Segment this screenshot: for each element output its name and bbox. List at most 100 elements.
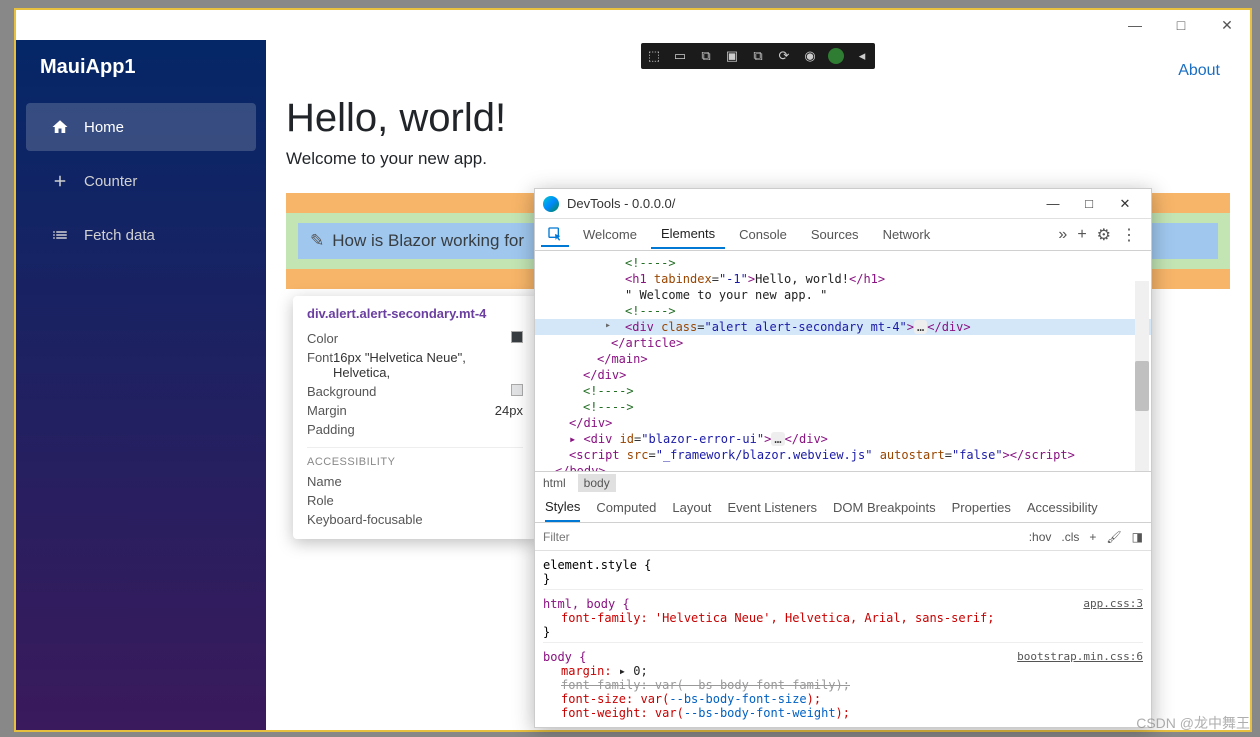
bg-swatch (511, 384, 523, 396)
elements-panel[interactable]: <!----> <h1 tabindex="-1">Hello, world!<… (535, 251, 1151, 471)
scrollbar-thumb[interactable] (1135, 361, 1149, 411)
devtools-window: DevTools - 0.0.0.0/ — □ ✕ Welcome Elemen… (534, 188, 1152, 728)
tab-properties[interactable]: Properties (952, 494, 1011, 521)
tooltip-a11y-heading: ACCESSIBILITY (307, 447, 523, 468)
tooltip-bg-label: Background (307, 384, 376, 399)
page-title: Hello, world! (286, 96, 1230, 141)
dom-comment: <!----> (625, 256, 676, 270)
sidebar-item-label: Counter (84, 173, 137, 190)
minimize-button[interactable]: — (1112, 10, 1158, 40)
dom-comment: <!----> (625, 304, 676, 318)
debug-item-icon[interactable]: ⧉ (745, 43, 771, 69)
devtools-titlebar[interactable]: DevTools - 0.0.0.0/ — □ ✕ (535, 189, 1151, 219)
kebab-menu-icon[interactable]: ⋮ (1121, 225, 1137, 245)
styles-tabbar: Styles Computed Layout Event Listeners D… (535, 493, 1151, 523)
tooltip-color-label: Color (307, 331, 338, 346)
alert-text: How is Blazor working for (332, 231, 524, 251)
tab-elements[interactable]: Elements (651, 220, 725, 249)
crumb-html[interactable]: html (543, 476, 566, 490)
tooltip-font-value: 16px "Helvetica Neue", Helvetica, (333, 350, 523, 380)
settings-gear-icon[interactable]: ⚙ (1097, 225, 1111, 245)
hero: Hello, world! Welcome to your new app. (266, 56, 1250, 169)
tooltip-margin-label: Margin (307, 403, 347, 418)
edge-icon (543, 196, 559, 212)
sidebar-item-label: Fetch data (84, 227, 155, 244)
devtools-tabbar: Welcome Elements Console Sources Network… (535, 219, 1151, 251)
sidebar: MauiApp1 Home Counter Fetch data (16, 40, 266, 730)
tooltip-padding-label: Padding (307, 422, 355, 437)
page-subtitle: Welcome to your new app. (286, 149, 1230, 169)
dom-selected-node[interactable]: <div class="alert alert-secondary mt-4">… (535, 319, 1151, 335)
elements-scrollbar[interactable] (1135, 281, 1149, 471)
rule-selector: body { (543, 650, 586, 664)
devtools-maximize-button[interactable]: □ (1071, 189, 1107, 219)
tooltip-margin-value: 24px (495, 403, 523, 418)
sidebar-item-label: Home (84, 119, 124, 136)
cls-toggle[interactable]: .cls (1061, 530, 1079, 544)
sidebar-item-fetchdata[interactable]: Fetch data (26, 211, 256, 259)
source-link[interactable]: app.css:3 (1083, 597, 1143, 610)
debug-item-icon[interactable]: ▭ (667, 43, 693, 69)
tooltip-font-label: Font (307, 350, 333, 380)
styles-filter-row: :hov .cls + 🖌 ◨ (535, 523, 1151, 551)
close-button[interactable]: ✕ (1204, 10, 1250, 40)
tab-accessibility[interactable]: Accessibility (1027, 494, 1098, 521)
crumb-body[interactable]: body (578, 474, 616, 492)
tab-add-button[interactable]: + (1077, 226, 1086, 244)
debug-item-icon[interactable]: ⬚ (641, 43, 667, 69)
rule-selector: element.style { (543, 558, 651, 572)
devtools-close-button[interactable]: ✕ (1107, 189, 1143, 219)
color-swatch (511, 331, 523, 343)
tab-computed[interactable]: Computed (596, 494, 656, 521)
paint-icon[interactable]: 🖌 (1106, 530, 1121, 544)
new-rule-button[interactable]: + (1089, 530, 1096, 544)
sidebar-item-counter[interactable]: Counter (26, 157, 256, 205)
tab-styles[interactable]: Styles (545, 493, 580, 522)
styles-panel[interactable]: element.style { } app.css:3 html, body {… (535, 551, 1151, 727)
debug-collapse-icon[interactable]: ◂ (849, 43, 875, 69)
css-prop[interactable]: font-family: 'Helvetica Neue', Helvetica… (543, 611, 1143, 625)
devtools-title: DevTools - 0.0.0.0/ (567, 196, 675, 211)
tab-sources[interactable]: Sources (801, 221, 869, 248)
tab-network[interactable]: Network (873, 221, 941, 248)
css-prop-overridden[interactable]: font-family: var(--bs-body-font-family); (543, 678, 1143, 692)
inspector-tooltip: div.alert.alert-secondary.mt-4 Color Fon… (293, 296, 537, 539)
plus-icon (50, 171, 70, 191)
inspect-element-button[interactable] (541, 223, 569, 247)
about-link[interactable]: About (1178, 62, 1220, 80)
tooltip-a11y-name: Name (307, 474, 342, 489)
dom-text: " Welcome to your new app. " (625, 288, 827, 302)
tabs-overflow-button[interactable]: » (1058, 226, 1067, 244)
maximize-button[interactable]: □ (1158, 10, 1204, 40)
pencil-icon: ✎ (310, 231, 324, 251)
home-icon (50, 117, 70, 137)
debug-item-icon[interactable]: ⟳ (771, 43, 797, 69)
tab-event-listeners[interactable]: Event Listeners (727, 494, 817, 521)
devtools-minimize-button[interactable]: — (1035, 189, 1071, 219)
debug-item-icon[interactable]: ◉ (797, 43, 823, 69)
debug-check-icon[interactable] (828, 48, 844, 64)
rule-selector: html, body { (543, 597, 630, 611)
source-link[interactable]: bootstrap.min.css:6 (1017, 650, 1143, 663)
app-title: MauiApp1 (16, 56, 266, 103)
dom-breadcrumbs[interactable]: html body (535, 471, 1151, 493)
tab-welcome[interactable]: Welcome (573, 221, 647, 248)
tab-dom-breakpoints[interactable]: DOM Breakpoints (833, 494, 936, 521)
sidebar-item-home[interactable]: Home (26, 103, 256, 151)
list-icon (50, 225, 70, 245)
window-titlebar: — □ ✕ (16, 10, 1250, 40)
debug-toolbar: ⬚ ▭ ⧉ ▣ ⧉ ⟳ ◉ ◂ (641, 43, 875, 69)
watermark: CSDN @龙中舞王 (1136, 713, 1250, 733)
tab-layout[interactable]: Layout (672, 494, 711, 521)
sidebar-toggle-icon[interactable]: ◨ (1132, 530, 1143, 544)
css-prop[interactable]: margin: ▸ 0; (543, 664, 1143, 678)
tab-console[interactable]: Console (729, 221, 797, 248)
tooltip-selector: div.alert.alert-secondary.mt-4 (307, 306, 523, 321)
debug-item-icon[interactable]: ⧉ (693, 43, 719, 69)
styles-filter-input[interactable] (543, 530, 1029, 544)
css-prop[interactable]: font-size: var(--bs-body-font-size); (543, 692, 1143, 706)
tooltip-a11y-kbf: Keyboard-focusable (307, 512, 423, 527)
css-prop[interactable]: font-weight: var(--bs-body-font-weight); (543, 706, 1143, 720)
hov-toggle[interactable]: :hov (1029, 530, 1052, 544)
debug-item-icon[interactable]: ▣ (719, 43, 745, 69)
